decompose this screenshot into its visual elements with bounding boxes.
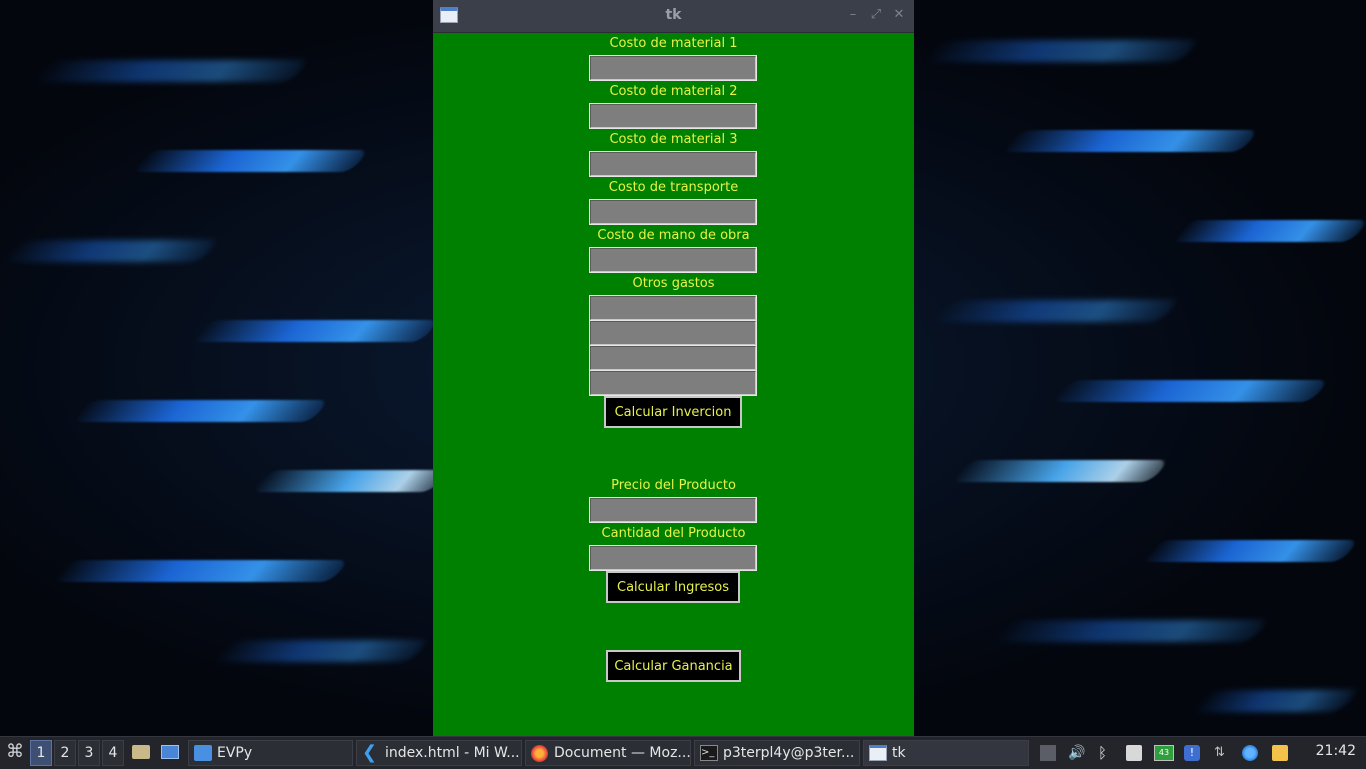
task-firefox-label: Document — Moz... [554, 745, 691, 761]
tk-window: tk – ⤢ ✕ Costo de material 1 Costo de ma… [433, 0, 914, 736]
task-firefox[interactable]: Document — Moz... [525, 740, 691, 766]
app-menu-icon[interactable]: ⌘ [4, 740, 26, 766]
cantidad-label: Cantidad del Producto [601, 526, 746, 541]
window-title: tk [665, 7, 682, 23]
otros-gastos-input-3[interactable] [589, 345, 757, 371]
notification-icon[interactable]: ! [1184, 745, 1200, 761]
network-icon[interactable]: ⇅ [1214, 745, 1230, 761]
calcular-invercion-button[interactable]: Calcular Invercion [604, 396, 742, 428]
bluetooth-icon[interactable]: ᛒ [1098, 745, 1114, 761]
material1-input[interactable] [589, 55, 757, 81]
cantidad-input[interactable] [589, 545, 757, 571]
otros-gastos-input-4[interactable] [589, 370, 757, 396]
battery-icon[interactable]: 43 [1154, 745, 1174, 761]
volume-icon[interactable]: 🔊 [1068, 745, 1085, 761]
precio-label: Precio del Producto [611, 478, 736, 493]
mano-de-obra-label: Costo de mano de obra [597, 228, 750, 243]
task-evpy-label: EVPy [217, 745, 253, 761]
task-terminal-label: p3terpl4y@p3ter... [723, 745, 855, 761]
otros-gastos-input-2[interactable] [589, 320, 757, 346]
eject-icon[interactable] [1040, 745, 1056, 761]
task-vscode[interactable]: ❮ index.html - Mi W... [356, 740, 522, 766]
otros-gastos-label: Otros gastos [632, 276, 715, 291]
clock[interactable]: 21:42 [1316, 743, 1356, 759]
update-icon[interactable] [1242, 745, 1258, 761]
file-manager-launcher-icon[interactable] [130, 740, 152, 766]
workspace-4[interactable]: 4 [102, 740, 124, 766]
workspace-1[interactable]: 1 [30, 740, 52, 766]
task-vscode-label: index.html - Mi W... [385, 745, 520, 761]
taskbar: ⌘ 1 2 3 4 EVPy ❮ index.html - Mi W... Do… [0, 736, 1366, 769]
firefox-icon [531, 745, 548, 762]
package-icon[interactable] [1272, 745, 1288, 761]
task-terminal[interactable]: >_ p3terpl4y@p3ter... [694, 740, 860, 766]
precio-input[interactable] [589, 497, 757, 523]
task-tk[interactable]: tk [863, 740, 1029, 766]
vscode-icon: ❮ [362, 742, 378, 763]
form-panel: Costo de material 1 Costo de material 2 … [433, 32, 914, 736]
task-evpy[interactable]: EVPy [188, 740, 353, 766]
material1-label: Costo de material 1 [609, 36, 738, 51]
calcular-ganancia-button[interactable]: Calcular Ganancia [606, 650, 741, 682]
minimize-icon[interactable]: – [846, 8, 860, 22]
material3-input[interactable] [589, 151, 757, 177]
battery-level: 43 [1158, 748, 1170, 757]
mano-de-obra-input[interactable] [589, 247, 757, 273]
window-icon [869, 745, 887, 761]
transporte-input[interactable] [589, 199, 757, 225]
workspace-3[interactable]: 3 [78, 740, 100, 766]
calcular-ingresos-button[interactable]: Calcular Ingresos [606, 571, 740, 603]
folder-icon [194, 745, 212, 761]
close-icon[interactable]: ✕ [892, 8, 906, 22]
maximize-icon[interactable]: ⤢ [869, 8, 883, 22]
material2-input[interactable] [589, 103, 757, 129]
task-tk-label: tk [892, 745, 906, 761]
otros-gastos-input-1[interactable] [589, 295, 757, 321]
window-titlebar[interactable]: tk – ⤢ ✕ [433, 0, 914, 33]
material3-label: Costo de material 3 [609, 132, 738, 147]
terminal-icon: >_ [700, 745, 718, 761]
transporte-label: Costo de transporte [608, 180, 739, 195]
show-desktop-icon[interactable] [158, 740, 182, 766]
clipboard-icon[interactable] [1126, 745, 1142, 761]
material2-label: Costo de material 2 [609, 84, 738, 99]
workspace-2[interactable]: 2 [54, 740, 76, 766]
